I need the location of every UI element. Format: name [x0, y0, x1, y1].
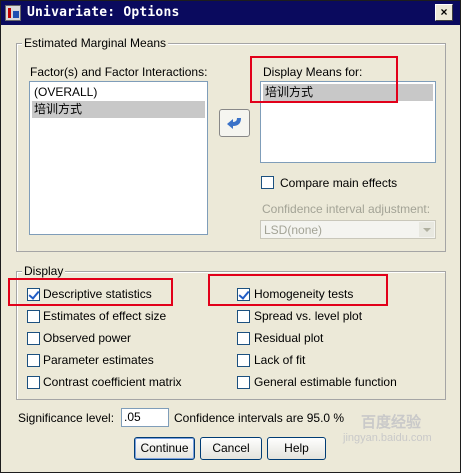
- emm-group-label: Estimated Marginal Means: [22, 36, 169, 50]
- ci-adjustment-value: LSD(none): [264, 223, 323, 237]
- display-group-label: Display: [22, 264, 66, 278]
- descriptive-statistics-highlight: [8, 278, 173, 306]
- observed-power-checkbox[interactable]: [27, 332, 40, 345]
- list-item[interactable]: 培训方式: [32, 101, 205, 118]
- lack-of-fit-label: Lack of fit: [254, 353, 306, 367]
- spread-vs-level-plot-checkbox[interactable]: [237, 310, 250, 323]
- curved-arrow-left-icon: [227, 118, 241, 129]
- factors-label: Factor(s) and Factor Interactions:: [30, 65, 208, 79]
- ci-adjustment-select[interactable]: LSD(none): [260, 220, 436, 239]
- cancel-button[interactable]: Cancel: [200, 437, 262, 460]
- contrast-coefficient-matrix-checkbox[interactable]: [27, 376, 40, 389]
- close-button[interactable]: ×: [435, 4, 453, 21]
- homogeneity-tests-highlight: [208, 274, 388, 306]
- watermark-url: jingyan.baidu.com: [343, 432, 432, 444]
- parameter-estimates-checkbox[interactable]: [27, 354, 40, 367]
- residual-plot-label: Residual plot: [254, 331, 324, 345]
- estimates-of-effect-size-checkbox[interactable]: [27, 310, 40, 323]
- compare-main-effects-checkbox[interactable]: [261, 176, 274, 189]
- move-to-display-means-button[interactable]: [219, 109, 250, 137]
- parameter-estimates-label: Parameter estimates: [43, 353, 154, 367]
- display-means-highlight: [250, 56, 398, 103]
- chevron-down-icon: [419, 222, 434, 237]
- title-bar: Univariate: Options ×: [1, 1, 460, 25]
- general-estimable-function-checkbox[interactable]: [237, 376, 250, 389]
- observed-power-label: Observed power: [43, 331, 132, 345]
- significance-level-input[interactable]: .05: [121, 408, 169, 427]
- options-dialog: Univariate: Options × Estimated Marginal…: [0, 0, 461, 473]
- residual-plot-checkbox[interactable]: [237, 332, 250, 345]
- general-estimable-function-label: General estimable function: [254, 375, 397, 389]
- lack-of-fit-checkbox[interactable]: [237, 354, 250, 367]
- significance-level-label: Significance level:: [18, 411, 115, 425]
- watermark-text: 百度经验: [361, 414, 422, 431]
- ci-adjustment-label: Confidence interval adjustment:: [262, 202, 431, 216]
- list-item[interactable]: (OVERALL): [32, 84, 205, 101]
- help-button[interactable]: Help: [267, 437, 326, 460]
- compare-main-effects-label: Compare main effects: [280, 176, 398, 190]
- factors-listbox[interactable]: (OVERALL) 培训方式: [29, 81, 208, 235]
- contrast-coefficient-matrix-label: Contrast coefficient matrix: [43, 375, 182, 389]
- window-title: Univariate: Options: [27, 5, 180, 20]
- estimates-of-effect-size-label: Estimates of effect size: [43, 309, 167, 323]
- spss-app-icon: [5, 5, 21, 21]
- continue-button[interactable]: Continue: [134, 437, 195, 460]
- confidence-intervals-text: Confidence intervals are 95.0 %: [174, 411, 345, 425]
- spread-vs-level-plot-label: Spread vs. level plot: [254, 309, 363, 323]
